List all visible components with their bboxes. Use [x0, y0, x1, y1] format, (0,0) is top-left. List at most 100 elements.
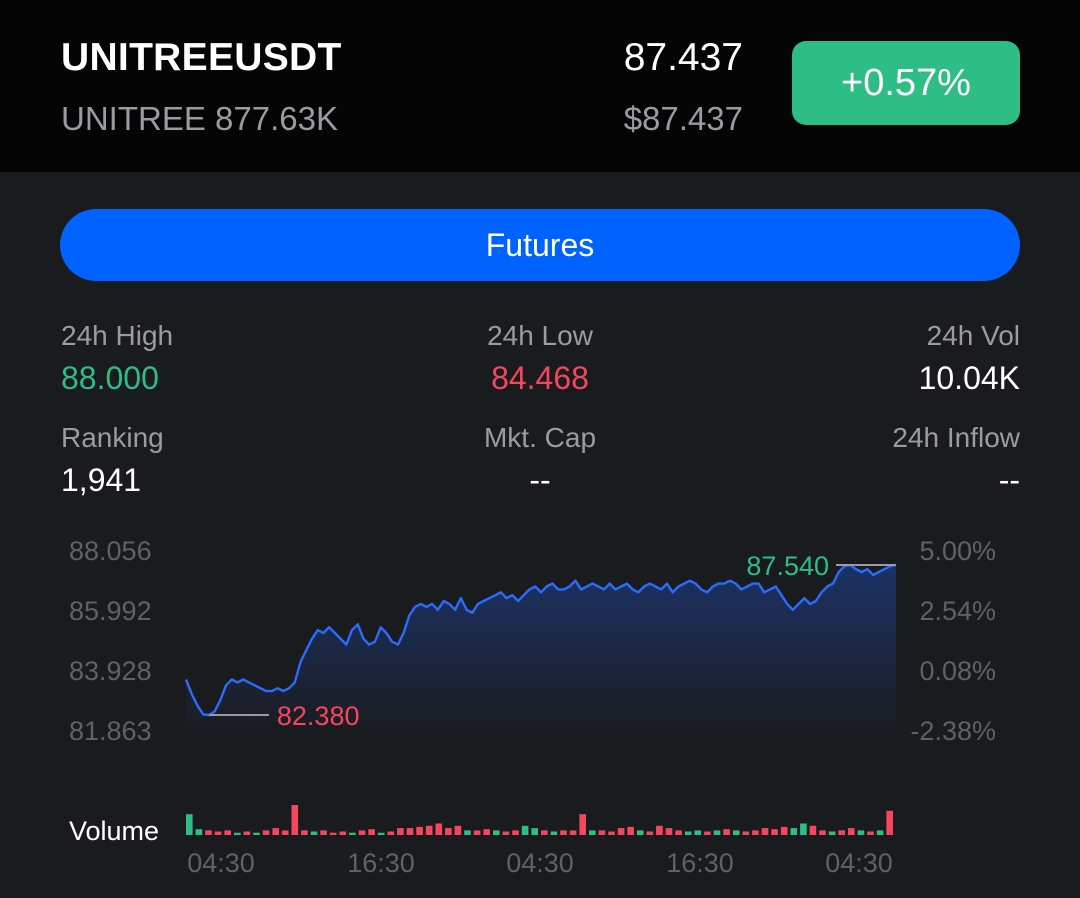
- volume-bar: [281, 830, 289, 835]
- volume-bar: [329, 832, 337, 835]
- stat-mkt-cap: Mkt. Cap --: [484, 422, 596, 499]
- volume-bar: [800, 823, 807, 835]
- y-tick-label: 88.056: [69, 536, 152, 566]
- volume-bar: [262, 830, 270, 835]
- volume-bar: [186, 814, 193, 835]
- volume-bar: [473, 830, 481, 835]
- volume-bar: [339, 831, 347, 835]
- volume-bar: [253, 832, 260, 835]
- volume-bar: [195, 829, 203, 835]
- volume-bar: [656, 825, 663, 835]
- volume-bar: [598, 830, 606, 835]
- stat-label: Ranking: [61, 422, 164, 453]
- stat-24h-high: 24h High 88.000: [61, 320, 173, 397]
- stat-value: 10.04K: [918, 360, 1020, 396]
- pct-tick-label: -2.38%: [910, 716, 996, 746]
- volume-bar: [320, 830, 327, 835]
- base-volume-line: UNITREE 877.63K: [61, 100, 338, 138]
- volume-bar: [675, 830, 682, 835]
- volume-bar: [732, 830, 740, 835]
- x-tick-label: 16:30: [666, 848, 734, 878]
- volume-bar: [742, 831, 750, 835]
- pair-symbol: UNITREEUSDT: [61, 36, 342, 79]
- volume-bar: [377, 832, 385, 835]
- stat-value: 1,941: [61, 462, 142, 498]
- volume-bar: [636, 830, 644, 835]
- volume-label: Volume: [69, 816, 159, 846]
- volume-bar: [694, 830, 702, 835]
- volume-bar: [502, 831, 510, 835]
- volume-bar: [886, 810, 893, 835]
- volume-bar: [589, 830, 596, 835]
- x-tick-label: 16:30: [347, 848, 415, 878]
- x-tick-label: 04:30: [506, 848, 574, 878]
- stat-24h-vol: 24h Vol 10.04K: [919, 320, 1020, 397]
- volume-bar: [790, 828, 798, 835]
- volume-bar: [541, 830, 548, 835]
- pct-tick-label: 5.00%: [919, 536, 996, 566]
- last-price: 87.437: [623, 36, 743, 79]
- stat-label: 24h High: [61, 320, 174, 351]
- volume-bar: [752, 830, 759, 835]
- volume-bar: [713, 830, 721, 835]
- price-change-badge[interactable]: +0.57%: [792, 41, 1020, 125]
- futures-button[interactable]: Futures: [60, 209, 1020, 281]
- volume-bar: [301, 830, 308, 835]
- volume-bar: [224, 830, 231, 835]
- volume-bar: [454, 825, 462, 835]
- max-price-label: 87.540: [746, 551, 829, 581]
- volume-bar: [521, 825, 529, 835]
- volume-bar: [483, 829, 490, 835]
- stat-value: 88.000: [61, 360, 159, 396]
- volume-bar: [243, 831, 251, 835]
- volume-bar: [665, 828, 673, 835]
- x-tick-label: 04:30: [825, 848, 893, 878]
- volume-short: 877.63K: [215, 100, 338, 137]
- volume-bar: [416, 826, 423, 835]
- volume-bar: [828, 831, 836, 835]
- y-tick-label: 85.992: [69, 596, 152, 626]
- base-asset: UNITREE: [61, 100, 206, 137]
- volume-bar: [704, 831, 711, 835]
- volume-bar: [723, 829, 730, 835]
- volume-bar: [809, 825, 817, 835]
- volume-bar: [646, 831, 654, 835]
- volume-bar: [780, 826, 788, 835]
- stat-ranking: Ranking 1,941: [61, 422, 164, 499]
- volume-bar: [291, 805, 299, 835]
- volume-bar: [550, 831, 558, 835]
- volume-bar: [512, 830, 519, 835]
- volume-bar: [272, 828, 279, 835]
- volume-bar: [819, 830, 826, 835]
- volume-bar: [560, 830, 567, 835]
- stat-value: 84.468: [491, 360, 589, 396]
- pct-tick-label: 0.08%: [919, 656, 996, 686]
- volume-bar: [349, 832, 356, 835]
- volume-bar: [857, 830, 865, 835]
- volume-bar: [867, 831, 874, 835]
- volume-bar: [358, 830, 366, 835]
- price-chart[interactable]: 88.056 5.00% 85.992 2.54% 83.928 0.08% 81.863 -…: [0, 520, 1080, 898]
- volume-bar: [464, 830, 471, 835]
- stat-value: --: [529, 462, 551, 498]
- usd-price: $87.437: [623, 100, 743, 137]
- volume-bar: [406, 828, 414, 835]
- volume-bar: [493, 830, 500, 835]
- volume-bar: [214, 831, 222, 835]
- volume-bar: [579, 814, 586, 835]
- stat-label: 24h Inflow: [892, 422, 1020, 453]
- min-price-label: 82.380: [277, 701, 360, 731]
- volume-bar: [397, 828, 404, 835]
- y-tick-label: 83.928: [69, 656, 152, 686]
- volume-bar: [617, 828, 625, 835]
- volume-bar: [368, 829, 375, 835]
- stat-24h-inflow: 24h Inflow --: [892, 422, 1020, 499]
- volume-bar: [435, 823, 443, 835]
- stat-24h-low: 24h Low 84.468: [487, 320, 593, 397]
- volume-bar: [608, 831, 615, 835]
- ticker-header: UNITREEUSDT UNITREE 877.63K 87.437 $87.4…: [0, 0, 1080, 172]
- stat-label: 24h Low: [487, 320, 593, 351]
- volume-bar: [205, 830, 212, 835]
- volume-bar: [684, 831, 692, 835]
- stat-label: 24h Vol: [926, 320, 1020, 351]
